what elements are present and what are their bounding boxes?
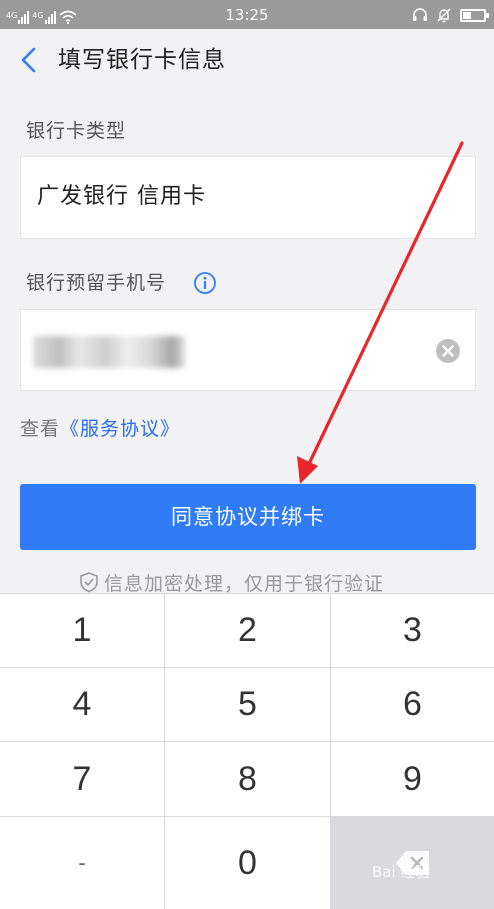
key-dash[interactable]: - (0, 817, 164, 909)
encryption-note: 信息加密处理，仅用于银行验证 (78, 569, 384, 595)
battery-icon (460, 8, 489, 22)
key-0[interactable]: 0 (165, 817, 330, 909)
watermark: Bai 经验 (372, 863, 431, 881)
headset-icon (413, 8, 427, 21)
encryption-note-text: 信息加密处理，仅用于银行验证 (104, 572, 385, 595)
key-1[interactable]: 1 (0, 594, 164, 667)
status-bar: 4G 4G 13:25 (0, 0, 494, 29)
mute-icon (437, 8, 451, 23)
phone-input[interactable] (20, 309, 476, 391)
key-7[interactable]: 7 (0, 742, 164, 816)
screen: 4G 4G 13:25 填写银行卡信息 银行卡类型 广发银行 信用卡 银行预留手… (0, 0, 494, 909)
agree-and-bind-button[interactable]: 同意协议并绑卡 (20, 484, 476, 550)
status-right (412, 5, 489, 25)
key-4[interactable]: 4 (0, 668, 164, 741)
terms-prefix: 查看 (20, 418, 61, 440)
service-agreement-link[interactable]: 《服务协议》 (60, 418, 180, 440)
clear-icon[interactable] (435, 338, 461, 364)
key-5[interactable]: 5 (165, 668, 330, 741)
page-title: 填写银行卡信息 (58, 47, 226, 73)
key-8[interactable]: 8 (165, 742, 330, 816)
shield-icon (80, 572, 98, 593)
key-3[interactable]: 3 (331, 594, 494, 667)
nav-bar: 填写银行卡信息 (0, 29, 494, 91)
chevron-left-icon[interactable] (14, 45, 44, 75)
card-type-value: 广发银行 信用卡 (37, 184, 206, 209)
key-6[interactable]: 6 (331, 668, 494, 741)
key-9[interactable]: 9 (331, 742, 494, 816)
card-type-field: 广发银行 信用卡 (20, 156, 476, 239)
phone-label: 银行预留手机号 (26, 272, 167, 294)
card-type-label: 银行卡类型 (26, 120, 127, 142)
key-2[interactable]: 2 (165, 594, 330, 667)
phone-value-masked (33, 336, 185, 368)
info-icon[interactable] (193, 271, 217, 295)
terms-line: 查看《服务协议》 (20, 416, 180, 442)
